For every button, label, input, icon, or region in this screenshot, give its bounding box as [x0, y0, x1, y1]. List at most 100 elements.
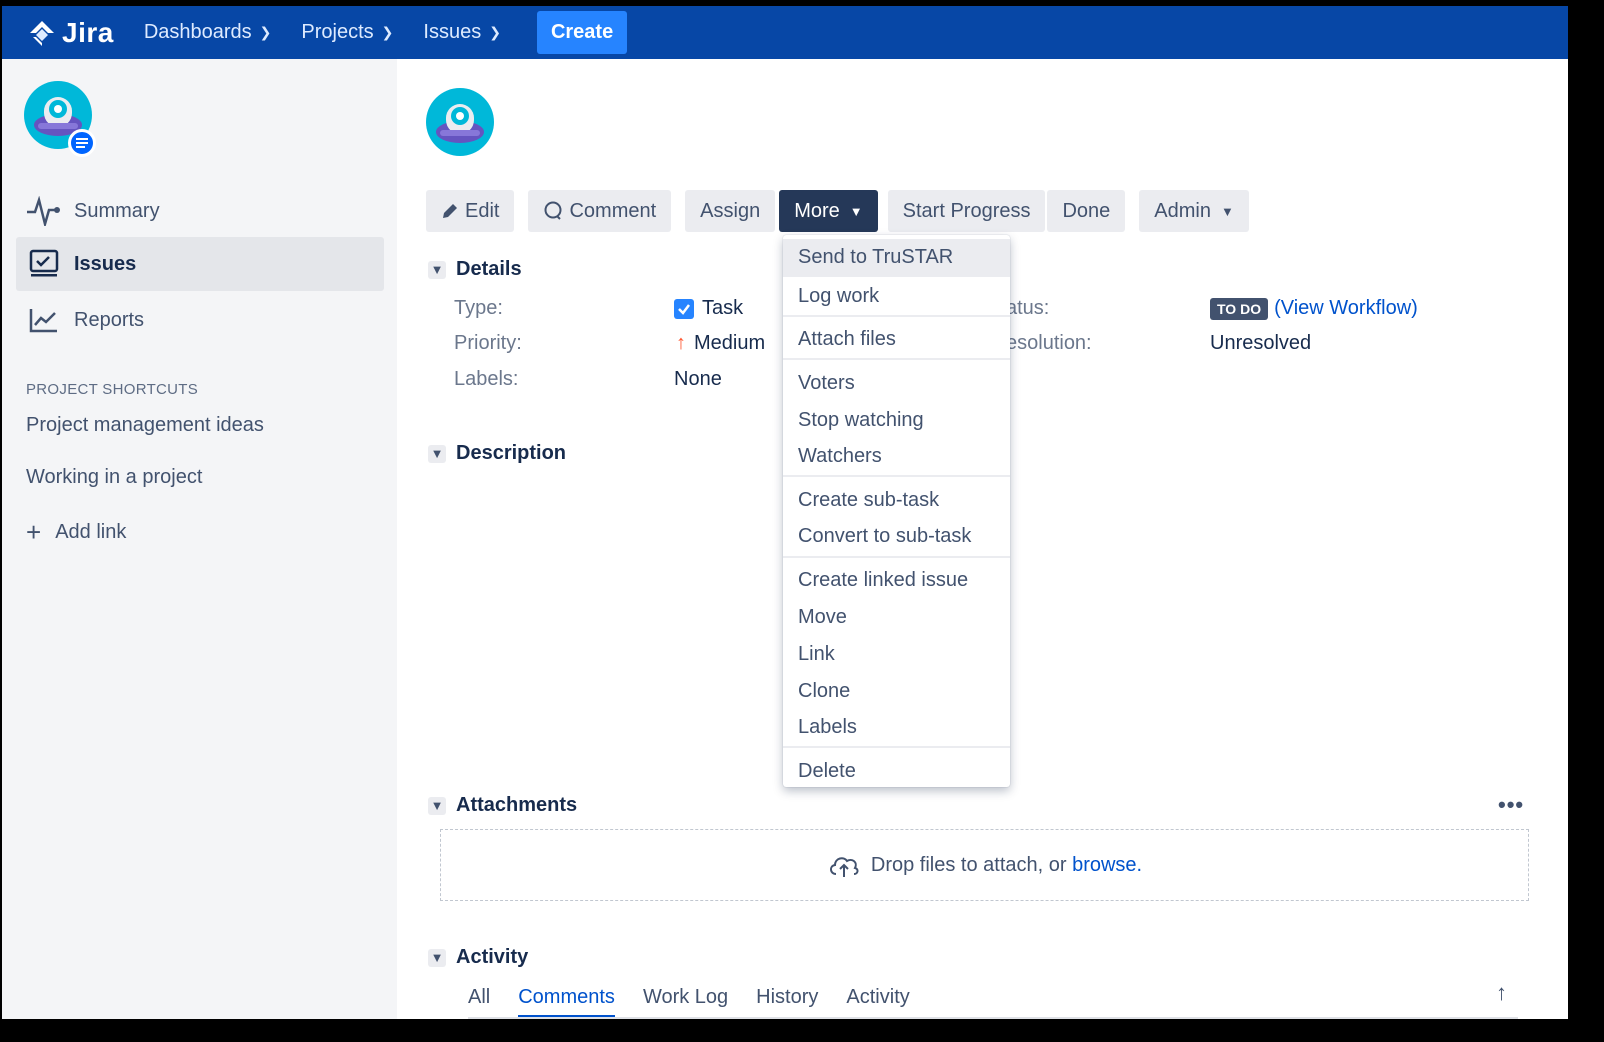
priority-value: ↑ Medium: [676, 332, 765, 355]
jira-window: Jira Dashboards ❯ Projects ❯ Issues ❯ Cr…: [2, 6, 1568, 1019]
attachments-heading: Attachments: [456, 794, 578, 816]
type-value: Task: [674, 297, 743, 320]
menu-item-convert-to-sub-task[interactable]: Convert to sub-task: [783, 518, 1010, 554]
shortcut-project-management-ideas[interactable]: Project management ideas: [26, 414, 264, 437]
tabs-divider: [468, 1017, 1518, 1019]
menu-item-watchers[interactable]: Watchers: [783, 438, 1010, 474]
cloud-upload-icon: [829, 857, 859, 877]
tab-comments[interactable]: Comments: [518, 986, 615, 1018]
list-icon: [76, 138, 88, 148]
project-sidebar: Summary Issues Reports PROJECT SHORTCUTS…: [2, 59, 397, 1019]
project-type-badge: [68, 129, 96, 157]
add-link-button[interactable]: + Add link: [26, 517, 126, 548]
chart-icon: [26, 307, 62, 333]
sidebar-item-label: Summary: [74, 199, 160, 222]
description-toggle[interactable]: ▼ Description: [428, 442, 566, 465]
labels-value[interactable]: None: [674, 368, 722, 391]
type-label: Type:: [454, 297, 503, 319]
pencil-icon: [441, 202, 459, 220]
menu-divider: [783, 358, 1010, 360]
sidebar-item-summary[interactable]: Summary: [16, 184, 384, 238]
tab-all[interactable]: All: [468, 986, 490, 1018]
attachments-toggle[interactable]: ▼ Attachments: [428, 794, 577, 817]
priority-value-text: Medium: [694, 332, 766, 354]
sidebar-item-label: Issues: [74, 252, 137, 275]
sidebar-item-issues[interactable]: Issues: [16, 237, 384, 291]
done-button[interactable]: Done: [1047, 190, 1126, 232]
comment-icon: [543, 201, 563, 221]
menu-item-create-linked-issue[interactable]: Create linked issue: [783, 562, 1010, 598]
jira-logo[interactable]: Jira: [28, 17, 114, 49]
attachments-more-button[interactable]: •••: [1498, 792, 1524, 818]
status-label: atus:: [1006, 297, 1050, 319]
more-button[interactable]: More ▼: [779, 190, 878, 232]
menu-divider: [783, 275, 1010, 277]
activity-heading: Activity: [456, 946, 529, 968]
more-label: More: [794, 199, 840, 222]
edit-button[interactable]: Edit: [426, 190, 515, 232]
menu-divider: [783, 556, 1010, 558]
resolution-value: Unresolved: [1210, 332, 1312, 354]
menu-item-labels[interactable]: Labels: [783, 709, 1010, 745]
top-navigation: Jira Dashboards ❯ Projects ❯ Issues ❯ Cr…: [2, 6, 1568, 59]
menu-item-create-sub-task[interactable]: Create sub-task: [783, 482, 1010, 518]
tab-history[interactable]: History: [756, 986, 818, 1018]
status-value: TO DO (View Workflow): [1210, 297, 1418, 320]
chevron-down-icon: ▼: [428, 948, 446, 967]
start-progress-button[interactable]: Start Progress: [887, 190, 1046, 232]
add-link-label: Add link: [55, 521, 127, 543]
sidebar-item-reports[interactable]: Reports: [16, 293, 384, 347]
task-checkbox-icon: [674, 298, 694, 319]
attachment-dropzone[interactable]: Drop files to attach, or browse.: [440, 829, 1529, 901]
chevron-down-icon: ▼: [849, 203, 863, 219]
edit-label: Edit: [465, 199, 500, 222]
menu-item-move[interactable]: Move: [783, 599, 1010, 635]
shortcut-working-in-a-project[interactable]: Working in a project: [26, 466, 202, 489]
tab-work-log[interactable]: Work Log: [643, 986, 728, 1018]
menu-item-attach-files[interactable]: Attach files: [783, 321, 1010, 357]
nav-issues[interactable]: Issues ❯: [423, 21, 501, 44]
menu-item-delete[interactable]: Delete: [783, 753, 1010, 789]
menu-item-clone[interactable]: Clone: [783, 673, 1010, 709]
priority-label: Priority:: [454, 332, 522, 354]
issues-icon: [26, 249, 62, 279]
menu-item-link[interactable]: Link: [783, 636, 1010, 672]
activity-toggle[interactable]: ▼ Activity: [428, 946, 528, 969]
nav-dashboards[interactable]: Dashboards ❯: [144, 21, 272, 44]
jira-logo-icon: [30, 20, 54, 46]
nav-issues-label: Issues: [423, 21, 482, 43]
tab-activity[interactable]: Activity: [846, 986, 909, 1018]
activity-tabs: All Comments Work Log History Activity: [468, 986, 938, 1018]
sort-arrow-up-icon[interactable]: ↑: [1496, 980, 1507, 1006]
details-toggle[interactable]: ▼ Details: [428, 258, 522, 281]
sidebar-item-label: Reports: [74, 308, 145, 331]
arrow-up-icon: ↑: [676, 332, 686, 354]
view-workflow-link[interactable]: (View Workflow): [1274, 297, 1418, 320]
start-progress-label: Start Progress: [902, 199, 1031, 222]
type-value-text: Task: [702, 297, 744, 319]
nav-dashboards-label: Dashboards: [143, 21, 252, 43]
project-shortcuts-heading: PROJECT SHORTCUTS: [26, 381, 199, 398]
comment-button[interactable]: Comment: [528, 190, 672, 232]
menu-item-log-work[interactable]: Log work: [783, 278, 1010, 314]
menu-divider: [783, 315, 1010, 317]
menu-item-send-to-trustar[interactable]: Send to TruSTAR: [783, 239, 1010, 275]
details-heading: Details: [456, 258, 522, 280]
comment-label: Comment: [569, 199, 657, 222]
status-badge: TO DO: [1210, 297, 1269, 320]
menu-item-stop-watching[interactable]: Stop watching: [783, 402, 1010, 438]
chevron-down-icon: ❯: [381, 24, 394, 40]
chevron-down-icon: ▼: [428, 444, 446, 463]
assign-button[interactable]: Assign: [685, 190, 776, 232]
admin-button[interactable]: Admin ▼: [1139, 190, 1249, 232]
menu-divider: [783, 475, 1010, 477]
labels-label: Labels:: [454, 368, 519, 390]
menu-item-voters[interactable]: Voters: [783, 365, 1010, 401]
issue-avatar: [426, 88, 494, 156]
nav-projects-label: Projects: [301, 21, 374, 43]
create-button[interactable]: Create: [536, 11, 628, 54]
browse-link[interactable]: browse.: [1072, 854, 1142, 877]
assign-label: Assign: [700, 199, 761, 222]
nav-projects[interactable]: Projects ❯: [301, 21, 393, 44]
pulse-icon: [26, 196, 62, 226]
